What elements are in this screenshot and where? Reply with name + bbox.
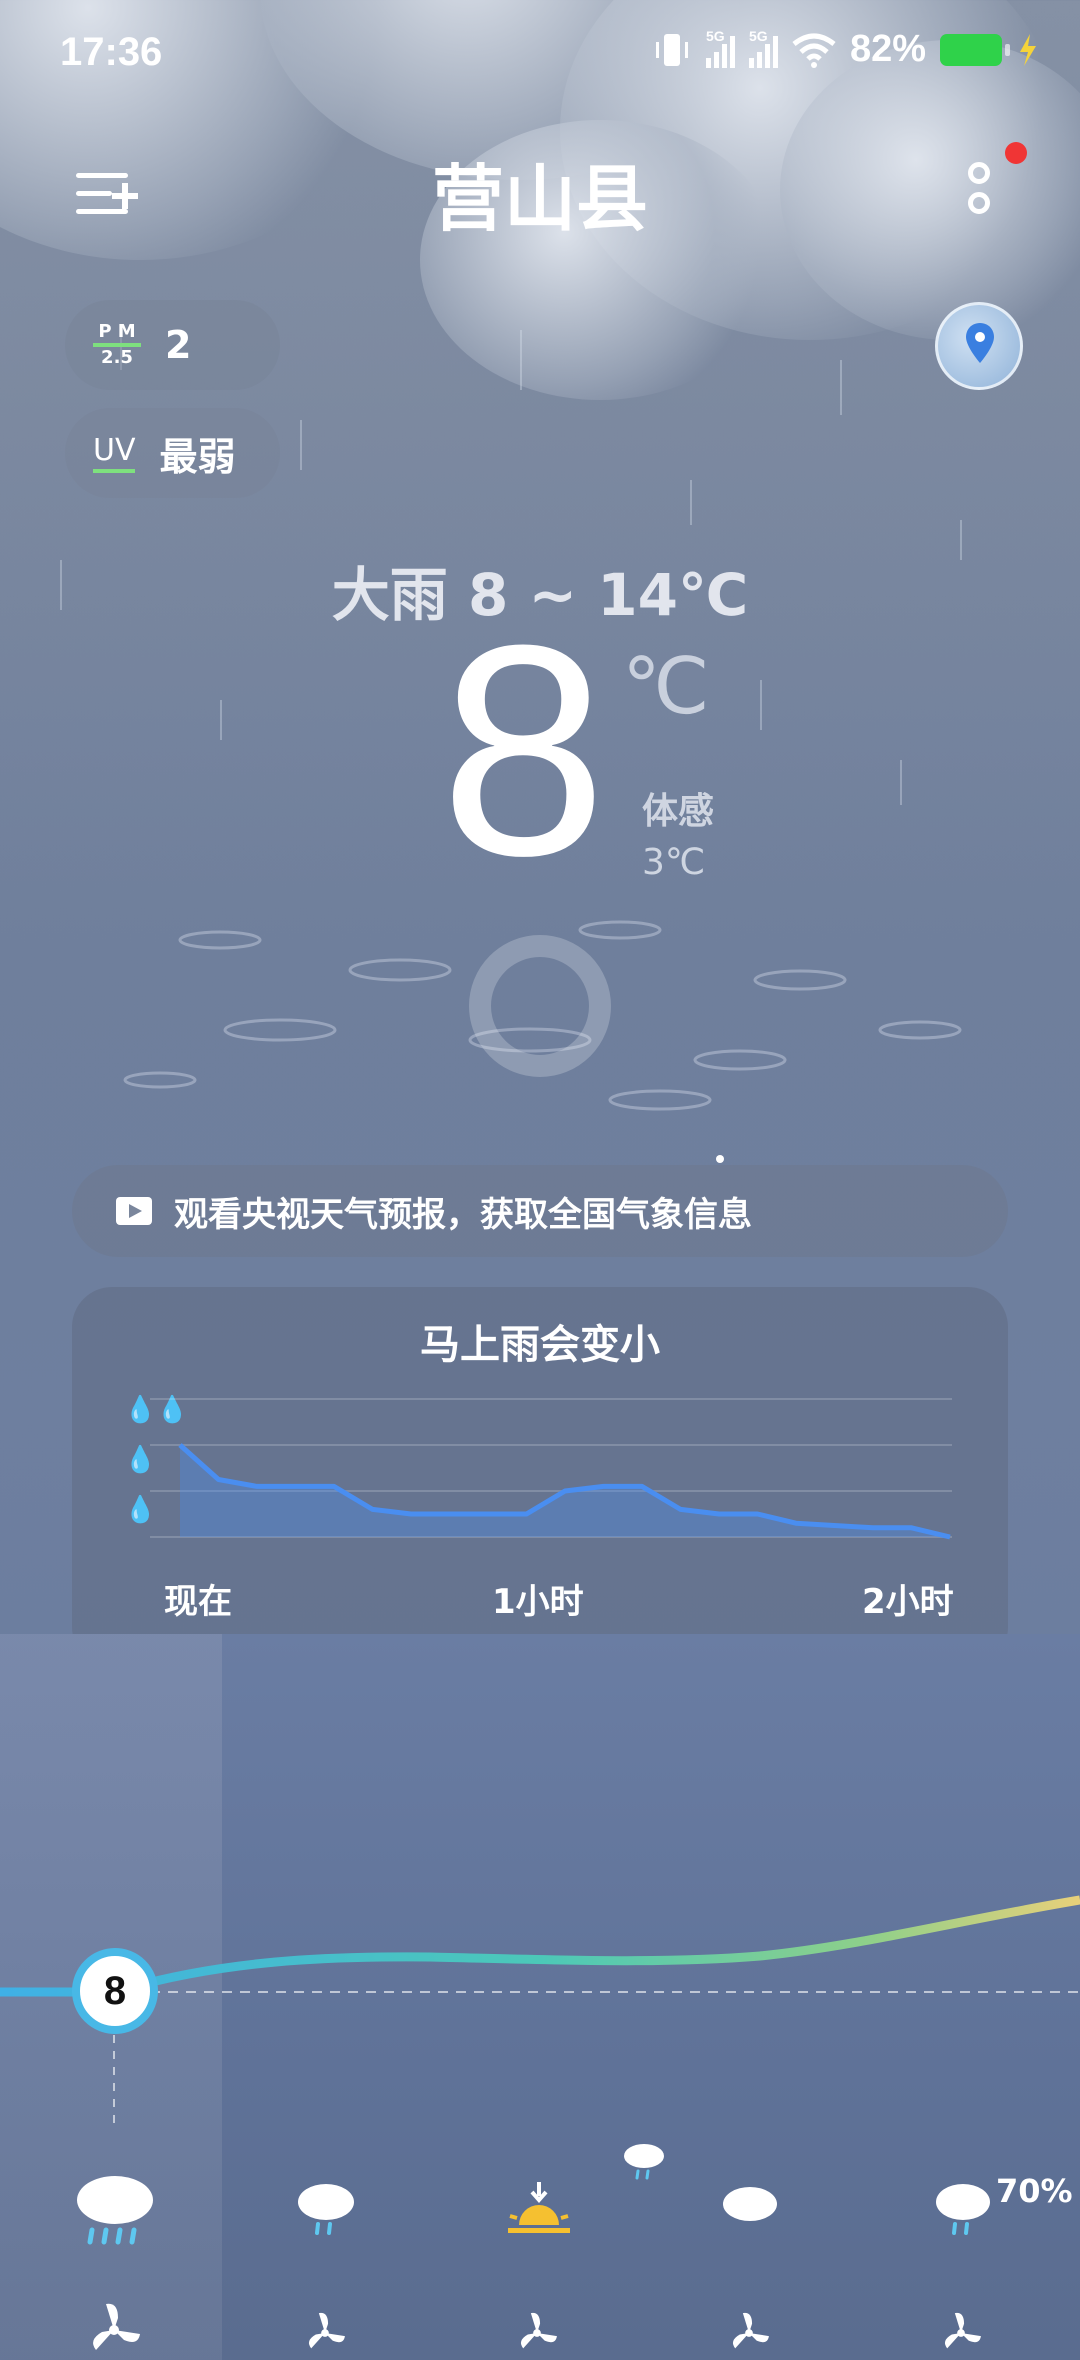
page-indicator [716,1155,724,1163]
location-pin-icon [966,323,994,363]
pm25-pill[interactable]: P M 2.5 2 [65,300,280,390]
wind-icon [308,2312,345,2349]
wind-icon [520,2312,557,2349]
cloudy-icon [723,2187,777,2221]
wind-icon [944,2312,981,2349]
map-button[interactable] [935,302,1023,390]
heavy-rain-icon [77,2176,153,2245]
x-tick-1h: 1小时 [492,1582,584,1622]
temperature-unit: ℃ [622,642,710,732]
charging-icon [1020,33,1036,66]
vibrate-icon [655,33,688,66]
pm25-icon: P M 2.5 [93,322,141,368]
uv-pill[interactable]: UV 最弱 [65,408,280,498]
temperature-curve [0,1895,1080,2130]
battery-percent: 82% [849,28,926,70]
more-options-button[interactable] [950,150,1010,230]
status-time: 17:36 [60,30,163,74]
wifi-icon [792,33,836,68]
light-rain-icon [298,2184,354,2235]
current-temp-marker: 8 [72,1948,158,2034]
signal-2-icon: 5G [748,28,778,68]
rain-card-title: 马上雨会变小 [420,1322,660,1368]
feels-like-label: 体感 [642,791,715,832]
page-title: 营山县 [431,157,648,241]
light-rain-icon [624,2144,664,2180]
rain-forecast-card[interactable]: 马上雨会变小 💧💧 💧 💧 现在 1小时 2小时 [72,1287,1008,1667]
signal-1-icon: 5G [705,28,735,68]
uv-value: 最弱 [159,434,236,479]
play-icon [116,1197,152,1225]
battery-icon [940,33,1010,66]
banner-text: 观看央视天气预报，获取全国气象信息 [174,1194,752,1235]
feels-like-value: 3℃ [642,842,706,883]
pm25-value: 2 [165,323,192,367]
current-temperature: 8 [440,582,607,918]
light-rain-icon [936,2184,990,2235]
more-dot-icon [968,162,990,184]
notification-dot [1005,142,1027,164]
sunset-icon [508,2182,570,2233]
status-bar: 17:36 5G 5G 82% [0,0,1080,110]
uv-icon: UV [93,433,136,473]
wind-icon [93,2303,140,2350]
status-icons: 5G 5G 82% [652,28,1040,71]
rain-chart [150,1398,952,1540]
more-dot-icon [968,192,990,214]
x-tick-2h: 2小时 [862,1582,954,1622]
precipitation-probability: 70% [996,2172,1073,2210]
rain-ripples [123,920,962,1111]
x-tick-now: 现在 [164,1582,232,1622]
wind-icon [732,2312,769,2349]
cctv-forecast-banner[interactable]: 观看央视天气预报，获取全国气象信息 [72,1165,1008,1257]
